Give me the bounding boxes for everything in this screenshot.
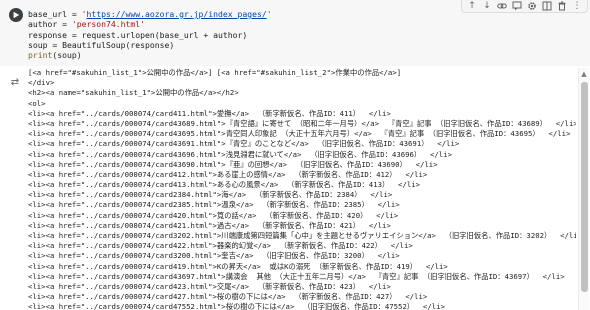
code-token: author =	[28, 19, 72, 30]
scrollbar-thumb[interactable]	[581, 82, 588, 292]
play-icon	[13, 11, 20, 19]
cell-toolbar: ↑ ↓ ⋮	[461, 0, 588, 13]
output-line: <li><a href="../cards/000074/card3200.ht…	[28, 251, 400, 261]
output-line: <li><a href="../cards/000074/card3202.ht…	[28, 231, 576, 240]
more-icon[interactable]: ⋮	[571, 1, 583, 12]
output-line: <ol>	[28, 98, 46, 108]
arrow-down-icon[interactable]: ↓	[481, 1, 493, 12]
output-line: <li><a href="../cards/000074/card2385.ht…	[28, 200, 400, 210]
output-line: <li><a href="../cards/000074/card43696.h…	[28, 149, 452, 159]
output-line: <li><a href="../cards/000074/card421.htm…	[28, 220, 391, 230]
scroll-up-arrow-icon[interactable]: ▲	[580, 70, 588, 78]
output-line: <li><a href="../cards/000074/card43695.h…	[28, 129, 571, 139]
output-line: <li><a href="../cards/000074/card427.htm…	[28, 292, 428, 302]
output-line: <h2><a name="sakuhin_list_1">公開中の作品</a><…	[28, 88, 239, 98]
output-line: </div>	[28, 78, 55, 88]
output-line: <li><a href="../cards/000074/card423.htm…	[28, 281, 391, 291]
link-icon[interactable]	[496, 1, 508, 12]
code-line: print(soup)	[28, 50, 582, 60]
settings-icon[interactable]	[526, 1, 538, 12]
mirror-cell-icon[interactable]	[541, 1, 553, 12]
code-url-link[interactable]: https://www.aozora.gr.jp/index_pages/	[86, 9, 266, 19]
delete-icon[interactable]	[556, 1, 568, 12]
output-line: <li><a href="../cards/000074/card411.htm…	[28, 108, 391, 118]
code-token: '	[266, 9, 272, 19]
code-token: response = request.urlopen(base_url + au…	[28, 29, 248, 40]
output-line: <li><a href="../cards/000074/card43690.h…	[28, 159, 438, 169]
cell-output: ⇄ [<a href="#sakuhin_list_1">公開中の作品</a>]…	[0, 68, 590, 310]
code-line: response = request.urlopen(base_url + au…	[28, 30, 582, 40]
output-line: <li><a href="../cards/000074/card43689.h…	[28, 118, 576, 128]
code-line: soup = BeautifulSoup(response)	[28, 40, 582, 50]
run-cell-button[interactable]	[9, 8, 23, 22]
code-line: author = 'person74.html'	[28, 19, 582, 29]
code-token: (soup)	[52, 50, 82, 61]
code-editor[interactable]: base_url = 'https://www.aozora.gr.jp/ind…	[28, 9, 582, 60]
code-token: base_url =	[28, 9, 82, 19]
output-text: [<a href="#sakuhin_list_1">公開中の作品</a>] […	[28, 68, 576, 310]
code-token: soup = BeautifulSoup(response)	[28, 39, 175, 50]
comment-icon[interactable]	[511, 1, 523, 12]
output-line: <li><a href="../cards/000074/card420.htm…	[28, 210, 399, 220]
output-line: <li><a href="../cards/000074/card419.htm…	[28, 261, 448, 271]
output-line: <li><a href="../cards/000074/card412.htm…	[28, 169, 428, 179]
output-line: <li><a href="../cards/000074/card43697.h…	[28, 271, 565, 281]
arrow-up-icon[interactable]: ↑	[466, 1, 478, 12]
code-token: print	[28, 50, 53, 61]
output-line: <li><a href="../cards/000074/card2384.ht…	[28, 190, 393, 200]
output-line: <li><a href="../cards/000074/card413.htm…	[28, 180, 421, 190]
output-line: <li><a href="../cards/000074/card422.htm…	[28, 241, 413, 251]
output-line: [<a href="#sakuhin_list_1">公開中の作品</a>] […	[28, 68, 402, 77]
output-menu-icon[interactable]: ⇄	[9, 77, 21, 89]
code-token: 'person74.html'	[71, 19, 145, 30]
output-line: <li><a href="../cards/000074/card47552.h…	[28, 302, 445, 310]
output-line: <li><a href="../cards/000074/card43691.h…	[28, 139, 460, 149]
